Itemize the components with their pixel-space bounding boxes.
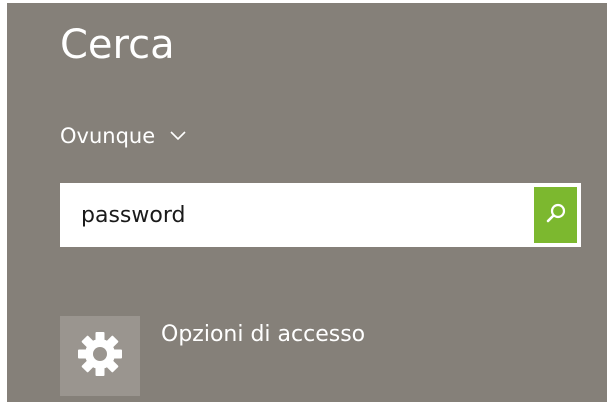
chevron-down-icon bbox=[169, 127, 187, 145]
search-result-label: Opzioni di accesso bbox=[161, 322, 366, 347]
search-icon bbox=[544, 201, 568, 229]
search-charm-panel: Cerca Ovunque password Opzioni di access… bbox=[7, 3, 607, 402]
search-input[interactable] bbox=[81, 195, 511, 235]
search-button[interactable] bbox=[534, 187, 577, 243]
gear-icon bbox=[72, 326, 128, 386]
search-scope-label: Ovunque bbox=[60, 124, 156, 148]
page-title: Cerca bbox=[60, 22, 175, 68]
search-result-item[interactable]: Opzioni di accesso bbox=[60, 316, 365, 396]
search-scope-dropdown[interactable]: Ovunque bbox=[60, 121, 187, 151]
search-box bbox=[60, 183, 581, 247]
result-tile bbox=[60, 316, 140, 396]
